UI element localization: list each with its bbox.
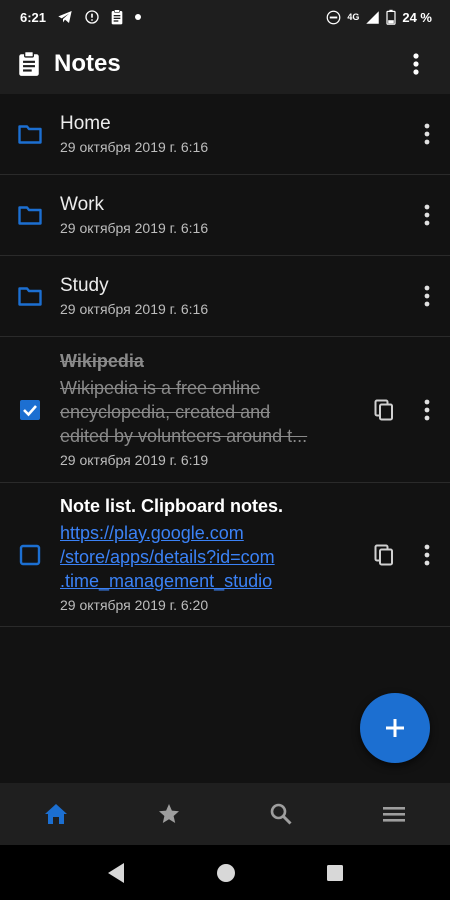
signal-icon <box>366 10 380 24</box>
telegram-icon <box>58 11 72 23</box>
home-circle-icon[interactable] <box>216 863 236 883</box>
app-bar: Notes <box>0 34 450 94</box>
system-nav-bar <box>0 845 450 900</box>
folder-row-work[interactable]: Work 29 октября 2019 г. 6:16 <box>0 175 450 256</box>
more-vert-icon <box>424 123 430 145</box>
copy-button[interactable] <box>364 390 404 430</box>
copy-button[interactable] <box>364 535 404 575</box>
note-menu-button[interactable] <box>404 535 450 575</box>
status-bar: 6:21 4G 24 % <box>0 0 450 34</box>
folder-name: Work <box>60 194 104 215</box>
folder-row-home[interactable]: Home 29 октября 2019 г. 6:16 <box>0 94 450 175</box>
battery-icon <box>386 9 396 25</box>
search-icon <box>270 803 292 825</box>
folder-date: 29 октября 2019 г. 6:16 <box>60 301 209 317</box>
note-date: 29 октября 2019 г. 6:19 <box>60 452 209 468</box>
more-vert-icon <box>424 544 430 565</box>
note-link-line[interactable]: /store/apps/details?id=com <box>60 545 364 569</box>
copy-icon <box>374 544 393 565</box>
folder-icon <box>18 206 42 225</box>
notes-list: Home 29 октября 2019 г. 6:16 Work 29 окт… <box>0 94 450 627</box>
folder-date: 29 октября 2019 г. 6:16 <box>60 139 209 155</box>
note-date: 29 октября 2019 г. 6:20 <box>60 597 209 613</box>
plus-icon <box>386 719 404 737</box>
folder-menu-button[interactable] <box>404 114 450 154</box>
checkbox-checked[interactable] <box>19 399 41 421</box>
note-link-line[interactable]: .time_management_studio <box>60 569 364 593</box>
note-row-clipboard[interactable]: Note list. Clipboard notes. https://play… <box>0 483 450 627</box>
clipboard-icon <box>19 51 39 76</box>
note-title: Note list. Clipboard notes. <box>60 496 284 516</box>
more-vert-icon <box>424 204 430 226</box>
more-vert-icon <box>424 285 430 307</box>
more-vert-icon <box>424 399 430 420</box>
back-icon[interactable] <box>106 862 126 884</box>
network-type: 4G <box>347 12 360 22</box>
recents-icon[interactable] <box>326 864 344 882</box>
folder-menu-button[interactable] <box>404 276 450 316</box>
nav-menu-button[interactable] <box>364 789 424 839</box>
nav-favorites-button[interactable] <box>139 789 199 839</box>
note-link-line[interactable]: https://play.google.com <box>60 521 364 545</box>
page-title: Notes <box>54 50 121 77</box>
home-icon <box>45 804 68 824</box>
note-text-line: encyclopedia, created and <box>60 402 271 422</box>
note-text-line: edited by volunteers around t... <box>60 426 308 446</box>
note-menu-button[interactable] <box>404 390 450 430</box>
dnd-icon <box>326 10 341 24</box>
nav-search-button[interactable] <box>251 789 311 839</box>
dot-icon <box>135 14 142 20</box>
menu-icon <box>382 807 405 822</box>
sync-icon <box>85 10 99 24</box>
note-text-line: Wikipedia is a free online <box>60 378 261 398</box>
folder-icon <box>18 287 42 306</box>
bottom-nav <box>0 783 450 845</box>
folder-menu-button[interactable] <box>404 195 450 235</box>
copy-icon <box>374 399 393 420</box>
clipboard-icon <box>111 9 123 25</box>
checkbox-unchecked[interactable] <box>19 544 41 566</box>
folder-date: 29 октября 2019 г. 6:16 <box>60 220 209 236</box>
folder-name: Home <box>60 113 111 134</box>
add-button[interactable] <box>360 693 430 763</box>
more-vert-icon <box>413 53 419 75</box>
note-row-wikipedia[interactable]: Wikipedia Wikipedia is a free online enc… <box>0 337 450 483</box>
note-title: Wikipedia <box>60 351 144 371</box>
more-options-button[interactable] <box>396 44 436 84</box>
folder-icon <box>18 125 42 144</box>
battery-level: 24 % <box>402 9 432 25</box>
status-time: 6:21 <box>20 9 47 25</box>
nav-home-button[interactable] <box>26 789 86 839</box>
star-icon <box>158 804 179 823</box>
folder-row-study[interactable]: Study 29 октября 2019 г. 6:16 <box>0 256 450 337</box>
folder-name: Study <box>60 275 109 296</box>
